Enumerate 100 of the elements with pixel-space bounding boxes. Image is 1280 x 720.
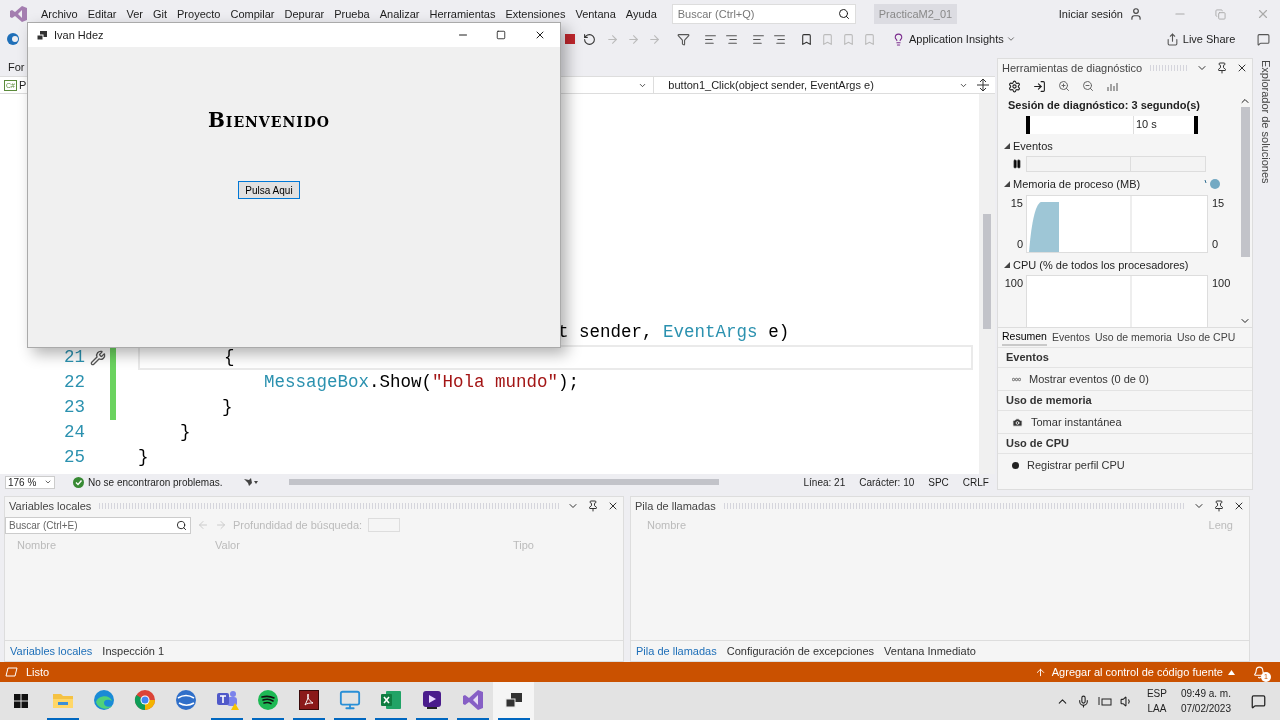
folder-icon[interactable] (51, 691, 74, 709)
solution-explorer-tab[interactable]: Explorador de soluciones (1257, 60, 1274, 184)
sound-waves-icon[interactable] (256, 689, 279, 711)
volume-icon[interactable] (1119, 694, 1133, 708)
microphone-icon[interactable] (1076, 694, 1090, 708)
notification-icon[interactable] (1253, 665, 1266, 679)
notifications-icon[interactable] (1251, 693, 1266, 709)
user-icon[interactable] (1129, 7, 1143, 21)
summary-action[interactable]: Mostrar eventos (0 de 0) (1029, 370, 1149, 388)
filter-icon[interactable] (677, 32, 690, 46)
caret-icon[interactable] (1228, 669, 1235, 675)
collapse-icon[interactable] (1004, 261, 1010, 268)
menu-item[interactable]: Herramientas (424, 4, 501, 24)
search-box[interactable]: Buscar (Ctrl+E) (5, 516, 191, 534)
menu-item[interactable]: Extensiones (500, 4, 571, 24)
close-icon[interactable] (1236, 62, 1248, 74)
panel-tab[interactable]: Configuración de excepciones (721, 641, 880, 661)
pulsa-button[interactable]: Pulsa Aqui (238, 181, 300, 199)
menu-item[interactable]: Compilar (225, 4, 280, 24)
language-indicator[interactable]: ESP (1146, 686, 1167, 701)
project-name: P (19, 77, 27, 93)
search-field[interactable]: Buscar (Ctrl+Q) (677, 5, 838, 23)
share-icon[interactable] (1165, 32, 1179, 46)
live-share-button[interactable]: Live Share (1182, 30, 1236, 48)
maximize-icon[interactable] (496, 30, 506, 40)
scroll-thumb[interactable] (983, 214, 991, 329)
menu-item[interactable]: Depurar (279, 4, 330, 24)
document-tab[interactable]: For (8, 58, 33, 76)
spreadsheet-icon[interactable] (379, 689, 402, 711)
summary-action[interactable]: Tomar instantánea (1031, 413, 1122, 431)
code-line: MessageBox.Show("Hola mundo"); (264, 371, 580, 395)
menu-item[interactable]: Analizar (374, 4, 425, 24)
source-control-button[interactable]: Agregar al control de código fuente (1051, 663, 1223, 681)
globe-icon[interactable] (174, 689, 197, 711)
summary-action[interactable]: Registrar perfil CPU (1027, 456, 1125, 474)
windows-icon[interactable] (14, 694, 28, 708)
export-icon[interactable] (1033, 79, 1046, 93)
circle-icon[interactable] (6, 32, 20, 46)
diagnostic-tab[interactable]: Uso de memoria (1094, 329, 1172, 346)
clock-date[interactable]: 07/02/2023 (1180, 701, 1231, 716)
record-icon (1012, 461, 1019, 469)
logo-icon[interactable] (9, 6, 27, 22)
clock-time[interactable]: 09:49 a. m. (1180, 686, 1231, 701)
split-icon[interactable] (977, 79, 990, 91)
collapse-icon[interactable] (1004, 142, 1010, 149)
diagnostic-tab[interactable]: Uso de CPU (1176, 329, 1236, 346)
pause-icon[interactable] (1012, 159, 1022, 169)
team-app-icon[interactable] (214, 689, 239, 711)
feedback-icon[interactable] (1257, 32, 1271, 46)
diagnostic-tab[interactable]: Eventos (1051, 329, 1090, 346)
menu-item[interactable]: Git (147, 4, 172, 24)
network-icon[interactable] (1097, 695, 1112, 707)
sign-in-link[interactable]: Iniciar sesión (1058, 5, 1123, 23)
close-icon[interactable] (1233, 500, 1245, 512)
indent-icon[interactable] (773, 32, 786, 46)
panel-tab[interactable]: Ventana Inmediato (879, 641, 981, 661)
search-icon[interactable] (176, 519, 187, 531)
windows-stack-icon[interactable] (503, 691, 524, 709)
panel-title: Pila de llamadas (634, 498, 716, 514)
menu-item[interactable]: Ventana (570, 4, 621, 24)
menu-item[interactable]: Proyecto (172, 4, 226, 24)
caret-icon[interactable] (1005, 34, 1016, 44)
media-app-icon[interactable] (420, 689, 443, 711)
quick-actions-icon[interactable] (89, 349, 106, 366)
settings-icon[interactable] (1008, 79, 1021, 93)
tricolor-circle-icon[interactable] (133, 689, 156, 711)
document-app-icon[interactable] (297, 689, 320, 711)
wave-logo-icon[interactable] (92, 689, 115, 711)
menu-item[interactable]: Ayuda (620, 4, 662, 24)
upload-icon[interactable] (1034, 666, 1046, 678)
zoom-out-icon[interactable] (1082, 80, 1094, 92)
search-box[interactable]: Buscar (Ctrl+Q) (671, 4, 856, 24)
collapse-icon[interactable] (1004, 181, 1010, 188)
search-field[interactable]: Buscar (Ctrl+E) (9, 517, 176, 533)
close-icon[interactable] (607, 500, 619, 512)
brush-icon[interactable] (242, 477, 259, 487)
pin-icon[interactable] (1213, 500, 1225, 512)
zoom-in-icon[interactable] (1058, 80, 1070, 92)
bookmark-icon[interactable] (800, 32, 813, 46)
align-icon[interactable] (752, 32, 765, 46)
scroll-thumb[interactable] (1240, 107, 1250, 257)
lightbulb-icon[interactable] (892, 32, 905, 46)
panel-tab[interactable]: Inspección 1 (97, 641, 170, 661)
restart-icon[interactable] (583, 32, 596, 46)
menu-item[interactable]: Prueba (329, 4, 375, 24)
menu-item[interactable]: Archivo (36, 4, 83, 24)
close-icon[interactable] (534, 29, 546, 41)
application-insights-button[interactable]: Application Insights (909, 30, 1004, 48)
menu-item[interactable]: Editar (82, 4, 122, 24)
keyboard-layout[interactable]: LAA (1147, 701, 1167, 716)
column-header: Nombre (17, 537, 58, 553)
pin-icon[interactable] (1216, 62, 1228, 74)
indent-icon[interactable] (725, 32, 738, 46)
pin-icon[interactable] (587, 500, 599, 512)
infinity-logo-icon[interactable] (461, 689, 484, 711)
align-icon[interactable] (704, 32, 717, 46)
member-dropdown[interactable]: button1_Click(object sender, EventArgs e) (668, 76, 874, 94)
monitor-icon[interactable] (338, 689, 361, 711)
zoom-dropdown[interactable]: 176 % (5, 475, 55, 489)
menu-item[interactable]: Ver (121, 4, 148, 24)
